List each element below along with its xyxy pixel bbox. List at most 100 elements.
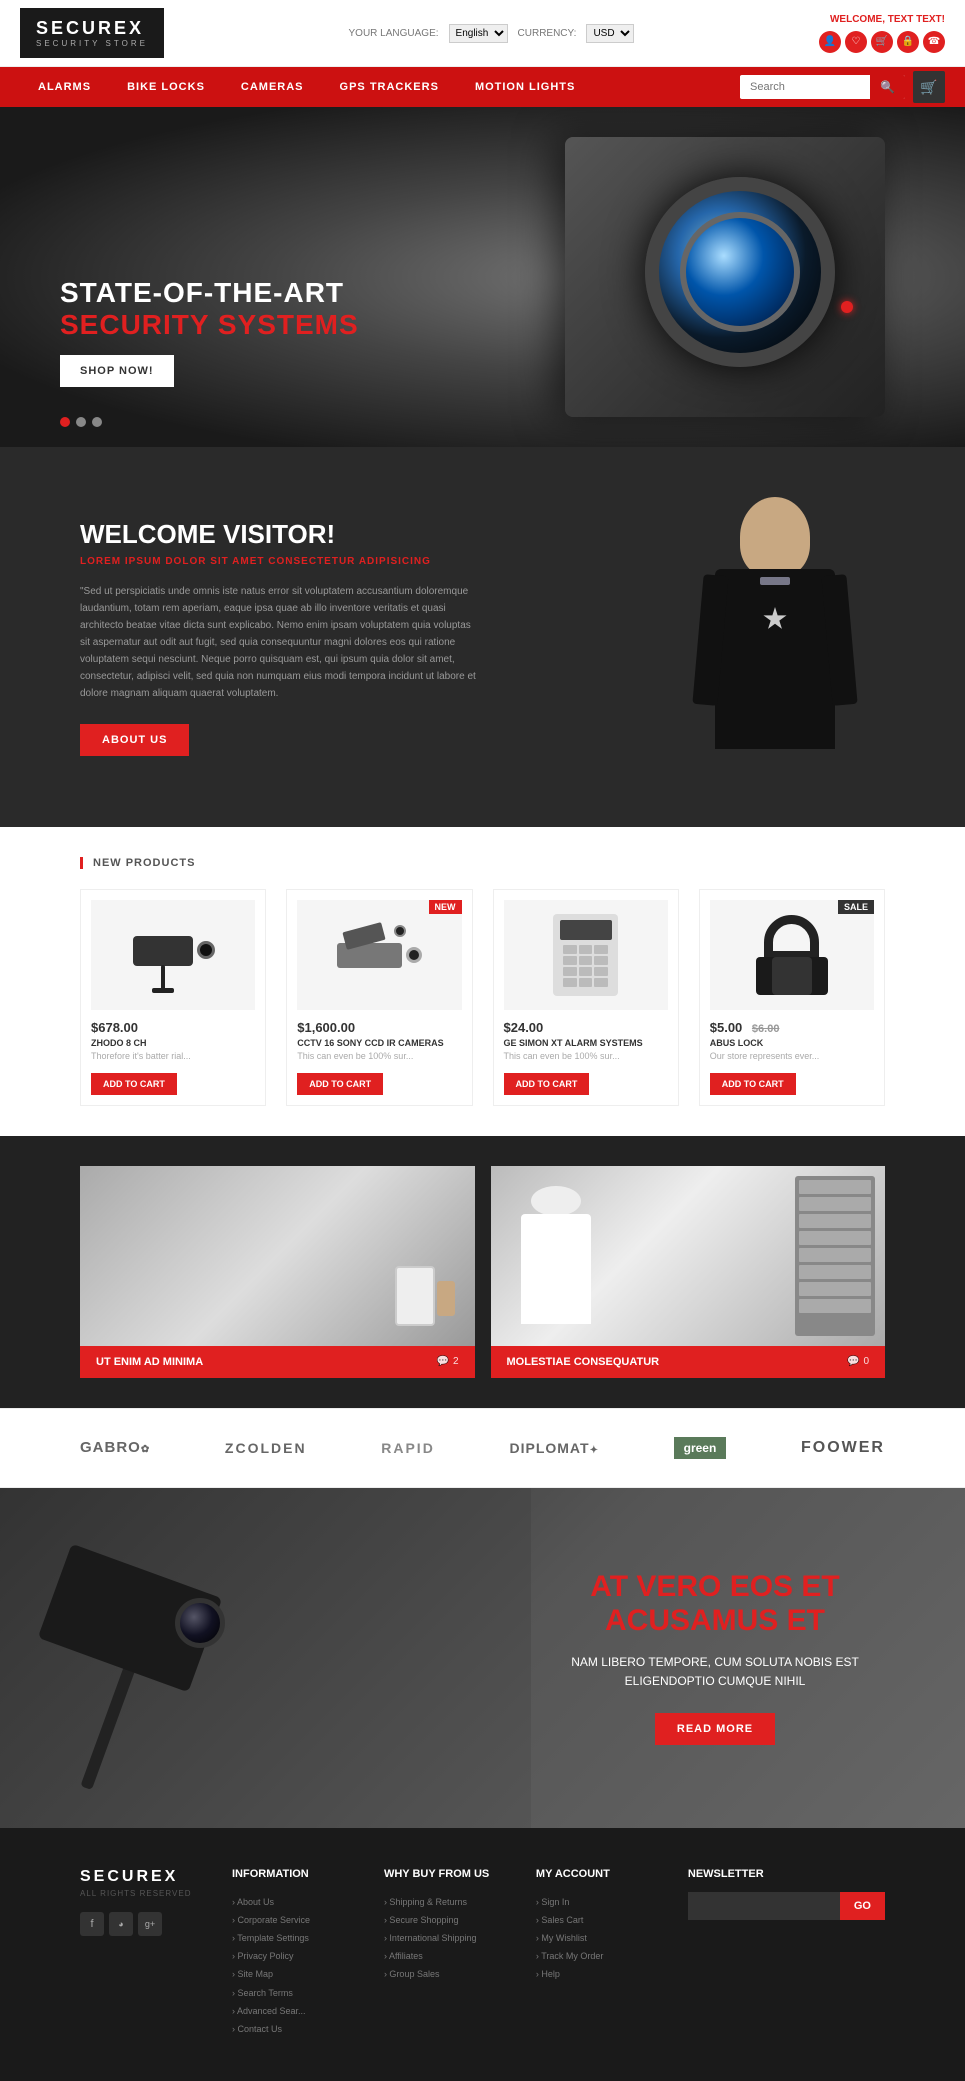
brand-green[interactable]: green — [674, 1437, 727, 1459]
read-more-button[interactable]: READ MORE — [655, 1713, 775, 1745]
welcome-body: "Sed ut perspiciatis unde omnis iste nat… — [80, 583, 480, 702]
footer-link[interactable]: › Sign In — [536, 1897, 570, 1907]
footer-link[interactable]: › Template Settings — [232, 1933, 309, 1943]
cart-icon[interactable]: 🛒 — [871, 31, 893, 53]
footer-newsletter-col: Newsletter GO — [688, 1868, 885, 2038]
brand-gabro[interactable]: GABRO✿ — [80, 1439, 150, 1456]
brand-rapid[interactable]: RAPID — [381, 1440, 435, 1456]
product-price-2: $1,600.00 — [297, 1020, 461, 1035]
footer-link[interactable]: › Track My Order — [536, 1951, 604, 1961]
language-select[interactable]: English — [449, 24, 508, 43]
hero-lens-inner — [680, 212, 800, 332]
brand-zcolden[interactable]: ZCOLDEN — [225, 1440, 307, 1456]
nav-cart-icon[interactable]: 🛒 — [913, 71, 945, 103]
add-to-cart-btn-2[interactable]: ADD TO CART — [297, 1073, 383, 1095]
add-to-cart-btn-1[interactable]: ADD TO CART — [91, 1073, 177, 1095]
nav-item-cameras[interactable]: CAMERAS — [223, 67, 322, 107]
footer-link[interactable]: › Contact Us — [232, 2024, 282, 2034]
currency-select[interactable]: USD — [586, 24, 634, 43]
search-button[interactable]: 🔍 — [870, 75, 905, 99]
footer-link[interactable]: › Secure Shopping — [384, 1915, 459, 1925]
blog-comments-1: 💬2 — [436, 1356, 458, 1367]
header-icons: 👤 ♡ 🛒 🔒 ☎ — [819, 31, 945, 53]
footer: SECUREX ALL RIGHTS RESERVED f ◕ g+ Infor… — [0, 1828, 965, 2081]
list-item: › Group Sales — [384, 1964, 506, 1982]
footer-grid: SECUREX ALL RIGHTS RESERVED f ◕ g+ Infor… — [80, 1868, 885, 2038]
search-input[interactable] — [740, 76, 870, 98]
list-item: › My Wishlist — [536, 1928, 658, 1946]
cta-subtitle: NAM LIBERO TEMPORE, CUM SOLUTA NOBIS EST… — [565, 1653, 865, 1691]
blog-card-1: UT ENIM AD MINIMA 💬2 — [80, 1166, 475, 1378]
user-icon[interactable]: 👤 — [819, 31, 841, 53]
footer-link[interactable]: › Group Sales — [384, 1969, 440, 1979]
welcome-subtitle: LOREM IPSUM DOLOR SIT AMET CONSECTETUR A… — [80, 556, 625, 567]
welcome-text: WELCOME VISITOR! LOREM IPSUM DOLOR SIT A… — [80, 519, 625, 756]
add-to-cart-btn-4[interactable]: ADD TO CART — [710, 1073, 796, 1095]
cta-section: AT VERO EOS ET ACUSAMUS ET NAM LIBERO TE… — [0, 1488, 965, 1828]
list-item: › Corporate Service — [232, 1910, 354, 1928]
newsletter-go-button[interactable]: GO — [840, 1892, 885, 1920]
product-price-3: $24.00 — [504, 1020, 668, 1035]
phone-icon[interactable]: ☎ — [923, 31, 945, 53]
facebook-icon[interactable]: f — [80, 1912, 104, 1936]
footer-account-title: My account — [536, 1868, 658, 1880]
heart-icon[interactable]: ♡ — [845, 31, 867, 53]
footer-link[interactable]: › Privacy Policy — [232, 1951, 294, 1961]
footer-link[interactable]: › My Wishlist — [536, 1933, 587, 1943]
logo-main: SECUREX — [36, 18, 148, 39]
product-image-2 — [297, 900, 461, 1010]
nav-item-alarms[interactable]: ALARMS — [20, 67, 109, 107]
hero-dot-2[interactable] — [76, 417, 86, 427]
footer-link[interactable]: › Help — [536, 1969, 560, 1979]
footer-copyright: ALL RIGHTS RESERVED — [80, 1889, 202, 1898]
footer-link[interactable]: › Sales Cart — [536, 1915, 584, 1925]
blog-card-footer-1: UT ENIM AD MINIMA 💬2 — [80, 1346, 475, 1378]
product-badge-new: NEW — [429, 900, 462, 914]
product-name-4: ABUS LOCK — [710, 1038, 874, 1048]
rss-icon[interactable]: ◕ — [109, 1912, 133, 1936]
products-grid: $678.00 ZHODO 8 CH Thorefore it's batter… — [80, 889, 885, 1106]
brand-foower[interactable]: FOOWER — [801, 1439, 885, 1457]
footer-link[interactable]: › Shipping & Returns — [384, 1897, 467, 1907]
product-name-2: CCTV 16 SONY CCD IR CAMERAS — [297, 1038, 461, 1048]
footer-link[interactable]: › International Shipping — [384, 1933, 477, 1943]
nav-item-gps[interactable]: GPS TRACKERS — [322, 67, 457, 107]
hero-title1: STATE-OF-THE-ART — [60, 277, 359, 309]
shop-now-button[interactable]: SHOP NOW! — [60, 355, 174, 387]
hero-dot-active[interactable] — [60, 417, 70, 427]
lock-icon[interactable]: 🔒 — [897, 31, 919, 53]
list-item: › Affiliates — [384, 1946, 506, 1964]
product-badge-sale: SALE — [838, 900, 874, 914]
header: SECUREX SECURITY STORE YOUR LANGUAGE: En… — [0, 0, 965, 67]
blog-comments-2: 💬0 — [847, 1356, 869, 1367]
gplus-icon[interactable]: g+ — [138, 1912, 162, 1936]
list-item: › Secure Shopping — [384, 1910, 506, 1928]
logo[interactable]: SECUREX SECURITY STORE — [20, 8, 164, 58]
list-item: › Track My Order — [536, 1946, 658, 1964]
product-desc-3: This can even be 100% sur... — [504, 1050, 668, 1063]
nav-item-bike-locks[interactable]: BIKE LOCKS — [109, 67, 223, 107]
footer-account-col: My account › Sign In › Sales Cart › My W… — [536, 1868, 658, 2038]
list-item: › Contact Us — [232, 2019, 354, 2037]
footer-link[interactable]: › Advanced Sear... — [232, 2006, 306, 2016]
list-item: › Template Settings — [232, 1928, 354, 1946]
blog-card-2[interactable]: MOLESTIAE CONSEQUATUR 💬0 — [491, 1166, 886, 1378]
hero-dot-3[interactable] — [92, 417, 102, 427]
brand-diplomat[interactable]: DIPLOMAT✦ — [509, 1440, 598, 1456]
welcome-text: WELCOME, TEXT TEXT! — [830, 14, 945, 25]
footer-link[interactable]: › About Us — [232, 1897, 274, 1907]
newsletter-input[interactable] — [688, 1892, 840, 1920]
blog-image-1 — [80, 1166, 475, 1346]
footer-link[interactable]: › Search Terms — [232, 1988, 293, 1998]
list-item: › Search Terms — [232, 1983, 354, 2001]
list-item: › Privacy Policy — [232, 1946, 354, 1964]
footer-link[interactable]: › Affiliates — [384, 1951, 423, 1961]
nav-item-motion[interactable]: MOTION LIGHTS — [457, 67, 593, 107]
footer-why-col: Why buy from us › Shipping & Returns › S… — [384, 1868, 506, 2038]
add-to-cart-btn-3[interactable]: ADD TO CART — [504, 1073, 590, 1095]
cta-bg-camera — [0, 1488, 531, 1828]
officer-figure — [680, 497, 870, 777]
footer-link[interactable]: › Corporate Service — [232, 1915, 310, 1925]
about-us-button[interactable]: ABOUT US — [80, 724, 189, 756]
footer-link[interactable]: › Site Map — [232, 1969, 273, 1979]
